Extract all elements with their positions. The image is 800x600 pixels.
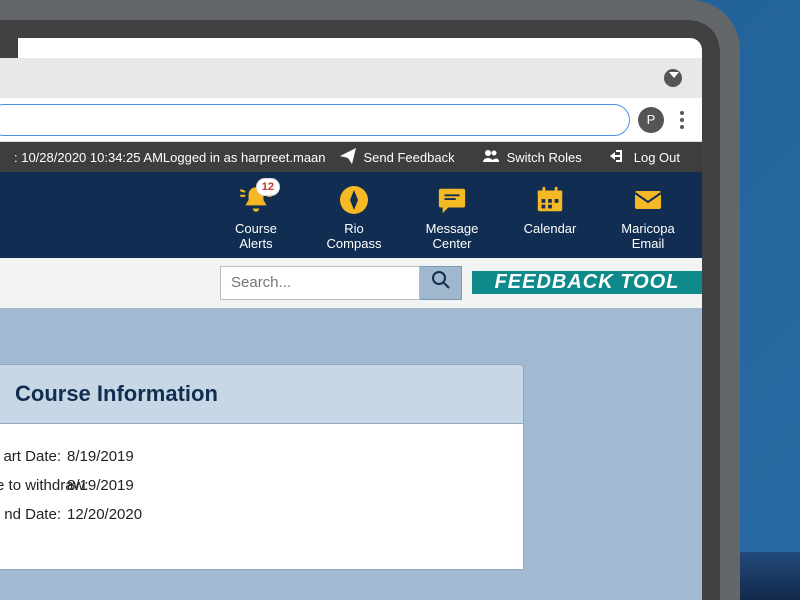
row-label: ast date to withdraw:	[0, 477, 61, 494]
profile-avatar[interactable]: P	[638, 107, 664, 133]
browser-menu-button[interactable]	[672, 107, 692, 133]
search-wrap: FEEDBACK TOOL	[212, 258, 702, 308]
search-row: FEEDBACK TOOL	[0, 258, 702, 308]
main-nav: 12 Course Alerts	[0, 172, 702, 258]
calendar-icon	[532, 182, 568, 218]
switch-roles-link[interactable]: Switch Roles	[469, 148, 596, 167]
app-root: : 10/28/2020 10:34:25 AMLogged in as har…	[0, 142, 702, 600]
course-info-card: Course Information art Date: 8/19/2019 a…	[0, 364, 524, 570]
nav-message-center[interactable]: Message Center	[414, 182, 490, 252]
row-label: nd Date:	[0, 506, 61, 523]
course-info-heading: Course Information	[0, 365, 523, 424]
nav-label: Maricopa Email	[610, 222, 686, 252]
browser-window: P : 10/28/2020 10:34:25 AMLogged in as h…	[0, 58, 702, 600]
browser-toolbar: P	[0, 98, 702, 142]
course-info-row: art Date: 8/19/2019	[0, 442, 523, 471]
login-status-text: : 10/28/2020 10:34:25 AMLogged in as har…	[14, 150, 326, 165]
users-icon	[483, 148, 499, 167]
nav-maricopa-email[interactable]: Maricopa Email	[610, 182, 686, 252]
nav-course-alerts[interactable]: 12 Course Alerts	[218, 182, 294, 252]
search-button[interactable]	[420, 266, 462, 300]
nav-label: Rio Compass	[316, 222, 392, 252]
address-bar[interactable]	[0, 104, 630, 136]
course-info-row: ast date to withdraw: 8/19/2019	[0, 471, 523, 500]
search-icon	[431, 270, 451, 295]
envelope-icon	[630, 182, 666, 218]
row-label: art Date:	[0, 448, 61, 465]
nav-label: Calendar	[524, 222, 577, 237]
log-out-link[interactable]: Log Out	[596, 148, 694, 167]
row-value: 8/19/2019	[67, 448, 134, 465]
switch-roles-label: Switch Roles	[507, 150, 582, 165]
content-area: Course Information art Date: 8/19/2019 a…	[0, 308, 702, 600]
course-info-row: nd Date: 12/20/2020	[0, 500, 523, 529]
dropdown-icon	[669, 72, 679, 78]
nav-label: Course Alerts	[218, 222, 294, 252]
alerts-badge: 12	[256, 178, 280, 196]
compass-icon	[336, 182, 372, 218]
feedback-tool-button[interactable]: FEEDBACK TOOL	[472, 271, 702, 294]
send-feedback-link[interactable]: Send Feedback	[326, 148, 469, 167]
paper-plane-icon	[340, 148, 356, 167]
top-action-bar: : 10/28/2020 10:34:25 AMLogged in as har…	[0, 142, 702, 172]
nav-rio-compass[interactable]: Rio Compass	[316, 182, 392, 252]
row-value: 12/20/2020	[67, 506, 142, 523]
browser-tabstrip	[0, 58, 702, 98]
nav-calendar[interactable]: Calendar	[512, 182, 588, 252]
nav-label: Message Center	[414, 222, 490, 252]
laptop-bezel: P : 10/28/2020 10:34:25 AMLogged in as h…	[0, 0, 740, 600]
message-icon	[434, 182, 470, 218]
search-input[interactable]	[220, 266, 420, 300]
row-value: 8/19/2019	[67, 477, 134, 494]
course-info-body: art Date: 8/19/2019 ast date to withdraw…	[0, 424, 523, 569]
send-feedback-label: Send Feedback	[364, 150, 455, 165]
logout-icon	[610, 148, 626, 167]
log-out-label: Log Out	[634, 150, 680, 165]
